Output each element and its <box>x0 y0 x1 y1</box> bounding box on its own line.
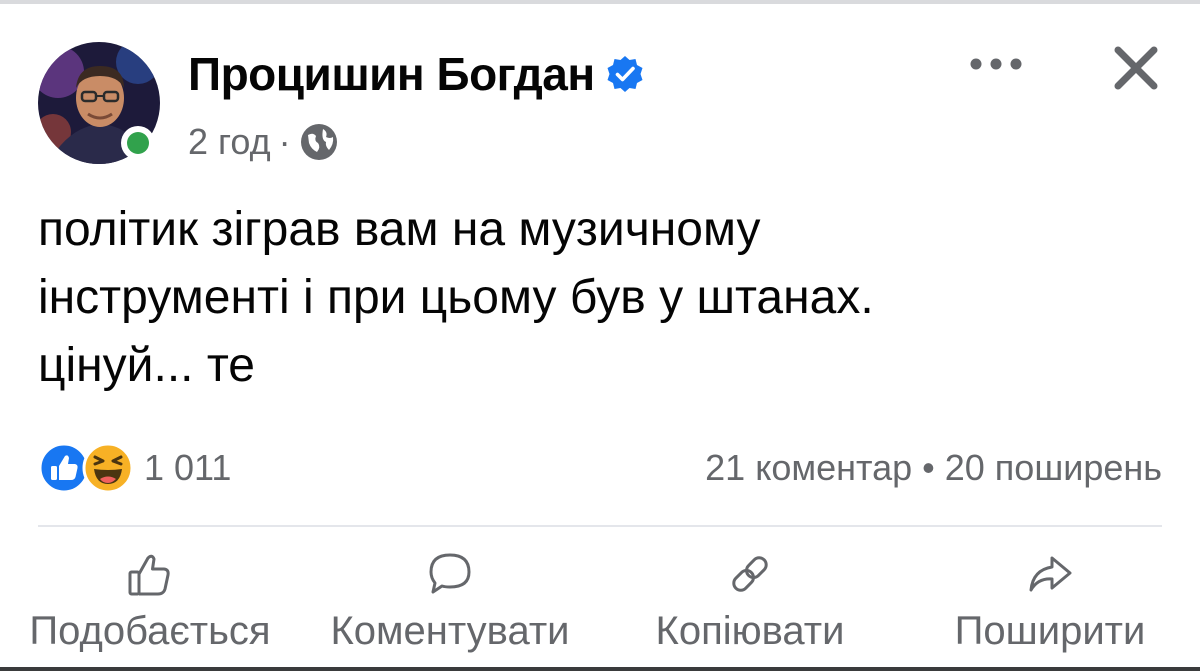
comment-label: Коментувати <box>330 609 570 653</box>
post-time[interactable]: 2 год <box>188 120 271 164</box>
author-name[interactable]: Процишин Богдан <box>188 46 595 102</box>
reaction-count: 1 011 <box>144 447 232 488</box>
reactions-summary[interactable]: 1 011 <box>38 442 231 494</box>
verified-badge-icon <box>607 56 643 92</box>
copy-label: Копіювати <box>655 609 845 653</box>
post-meta: 2 год · <box>188 120 339 164</box>
post-text: політик зіграв вам на музичному інструме… <box>38 196 1158 400</box>
comments-count[interactable]: 21 коментар <box>705 447 912 489</box>
comment-button[interactable]: Коментувати <box>312 546 588 656</box>
meta-separator: · <box>278 121 291 162</box>
share-arrow-icon <box>1029 556 1072 592</box>
bottom-border <box>0 667 1200 671</box>
engagement-stats: 21 коментар • 20 поширень <box>705 442 1162 494</box>
like-button[interactable]: Подобається <box>12 546 288 656</box>
shares-count[interactable]: 20 поширень <box>945 447 1162 489</box>
comment-bubble-icon <box>429 553 471 594</box>
close-icon[interactable] <box>1108 40 1164 96</box>
like-label: Подобається <box>29 609 271 653</box>
author-row: Процишин Богдан <box>188 46 645 102</box>
divider <box>38 525 1162 527</box>
more-options-icon[interactable] <box>966 46 1026 82</box>
thumbs-up-icon <box>128 554 170 596</box>
haha-reaction-icon <box>82 442 134 494</box>
copy-button[interactable]: Копіювати <box>612 546 888 656</box>
share-button[interactable]: Поширити <box>912 546 1188 656</box>
link-icon <box>732 556 768 592</box>
post-text-line: цінуй... те <box>38 339 255 392</box>
post-text-line: політик зіграв вам на музичному <box>38 203 761 256</box>
globe-icon <box>300 124 337 160</box>
share-label: Поширити <box>954 609 1146 653</box>
post-text-line: інструменті і при цьому був у штанах. <box>38 271 874 324</box>
top-border <box>0 0 1200 4</box>
stats-separator: • <box>922 447 935 488</box>
online-status-indicator <box>121 126 155 160</box>
